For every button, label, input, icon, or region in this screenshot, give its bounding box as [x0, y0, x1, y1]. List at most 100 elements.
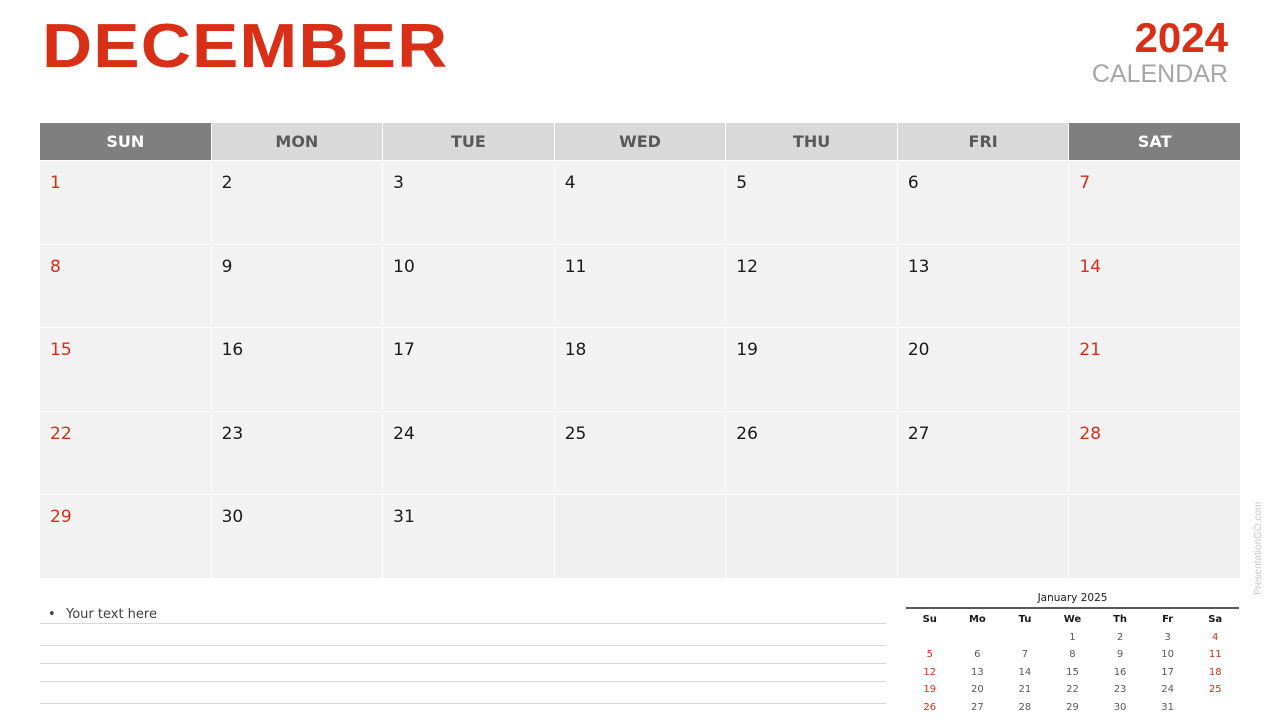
day-cell[interactable]: 9: [211, 244, 383, 328]
day-cell[interactable]: 3: [383, 161, 554, 244]
mini-day: 2: [1116, 631, 1124, 643]
month-title: DECEMBER: [42, 12, 449, 81]
day-number: 3: [393, 173, 404, 193]
mini-day: 18: [1208, 666, 1222, 678]
day-cell[interactable]: 4: [554, 161, 726, 244]
day-number: 19: [736, 340, 758, 361]
empty-day-cell[interactable]: [554, 495, 726, 578]
day-cell[interactable]: 23: [211, 411, 383, 495]
weekday-header-thu: THU: [726, 123, 897, 160]
watermark: PresentationGO.com: [1253, 501, 1264, 595]
day-cell[interactable]: 19: [726, 328, 897, 411]
mini-day: 28: [1018, 701, 1032, 713]
day-cell[interactable]: 7: [1069, 161, 1240, 244]
day-number: 2: [221, 173, 233, 193]
note-line: [40, 663, 886, 664]
day-cell[interactable]: 10: [383, 244, 554, 328]
empty-day-cell[interactable]: [726, 495, 897, 578]
day-cell[interactable]: 31: [383, 495, 554, 578]
mini-day: 21: [1018, 684, 1032, 695]
mini-day: 3: [1164, 631, 1171, 643]
mini-day: 4: [1212, 631, 1219, 643]
day-cell[interactable]: 22: [40, 411, 211, 495]
empty-day-cell[interactable]: [897, 495, 1069, 578]
day-number: 28: [1079, 423, 1102, 444]
mini-day: 7: [1021, 649, 1029, 660]
day-cell[interactable]: 28: [1069, 411, 1240, 495]
weekday-header-mon: MON: [211, 123, 383, 160]
mini-day: 24: [1161, 684, 1174, 695]
day-cell[interactable]: 27: [897, 411, 1069, 495]
mini-weekday-th: Th: [1113, 614, 1128, 625]
day-number: 22: [50, 423, 72, 444]
day-cell[interactable]: 26: [726, 411, 897, 495]
mini-calendar-grid: Su Mo Tu We Th Fr Sa 1 2 3 4 5 6 7 8 9 10 11 12 13 14 15 16 17 1…: [906, 611, 1239, 716]
day-number: 30: [221, 507, 244, 528]
day-number: 15: [50, 340, 72, 361]
mini-day: 16: [1113, 666, 1127, 678]
month-grid: SUN MON TUE WED THU FRI SAT 1 2 3 4 5 6 7 8 9 10 11 12 13 14…: [40, 123, 1240, 578]
mini-weekday-tu: Tu: [1018, 614, 1032, 625]
day-number: 9: [221, 256, 233, 277]
weekday-header-fri: FRI: [897, 123, 1069, 160]
day-cell[interactable]: 16: [211, 328, 383, 411]
day-cell[interactable]: 6: [897, 161, 1069, 244]
day-number: 25: [564, 423, 587, 444]
day-number: 27: [907, 423, 930, 444]
day-cell[interactable]: 14: [1069, 244, 1240, 328]
mini-day: 29: [1066, 701, 1079, 713]
mini-day: 15: [1066, 666, 1079, 678]
mini-day: 20: [970, 684, 984, 695]
day-cell[interactable]: 15: [40, 328, 211, 411]
day-cell[interactable]: 2: [211, 161, 383, 244]
day-number: 13: [907, 256, 930, 277]
mini-day: 10: [1161, 649, 1174, 660]
note-item[interactable]: • Your text here: [48, 607, 157, 622]
mini-day: 27: [970, 701, 984, 713]
day-cell[interactable]: 30: [211, 495, 383, 578]
day-number: 20: [907, 340, 930, 361]
day-cell[interactable]: 12: [726, 244, 897, 328]
day-number: 14: [1079, 256, 1102, 277]
note-line: [40, 645, 886, 646]
day-cell[interactable]: 20: [897, 328, 1069, 411]
day-number: 29: [50, 507, 72, 528]
mini-day: 23: [1113, 684, 1127, 695]
day-cell[interactable]: 17: [383, 328, 554, 411]
day-cell[interactable]: 24: [383, 411, 554, 495]
day-number: 18: [564, 340, 587, 361]
mini-calendar-rule: [906, 607, 1239, 609]
weekday-header-sat: SAT: [1069, 123, 1240, 160]
mini-day: 11: [1208, 649, 1222, 660]
mini-day: 1: [1069, 631, 1076, 643]
day-cell[interactable]: 13: [897, 244, 1069, 328]
mini-day: [1191, 699, 1239, 717]
day-number: 17: [393, 340, 415, 361]
day-number: 24: [393, 423, 415, 444]
day-cell[interactable]: 1: [40, 161, 211, 244]
empty-day-cell[interactable]: [1069, 495, 1240, 578]
mini-weekday-we: We: [1063, 614, 1082, 625]
day-cell[interactable]: 8: [40, 244, 211, 328]
day-cell[interactable]: 11: [554, 244, 726, 328]
day-number: 10: [393, 256, 415, 277]
day-number: 23: [221, 423, 244, 444]
calendar-label: CALENDAR: [1091, 60, 1228, 88]
mini-weekday-sa: Sa: [1208, 614, 1223, 625]
mini-day: 17: [1161, 666, 1174, 678]
day-number: 1: [50, 173, 61, 193]
mini-day: [954, 629, 1002, 647]
day-cell[interactable]: 29: [40, 495, 211, 578]
mini-calendar: January 2025 Su Mo Tu We Th Fr Sa 1 2 3 4 5 6 7 8 9 10 11…: [906, 590, 1239, 716]
day-number: 31: [393, 507, 415, 528]
mini-calendar-title: January 2025: [1037, 592, 1108, 604]
mini-day: [1001, 629, 1049, 647]
day-cell[interactable]: 21: [1069, 328, 1240, 411]
day-number: 5: [736, 173, 748, 193]
mini-day: 19: [923, 684, 937, 695]
mini-day: 9: [1116, 649, 1124, 660]
day-cell[interactable]: 25: [554, 411, 726, 495]
day-cell[interactable]: 5: [726, 161, 897, 244]
day-cell[interactable]: 18: [554, 328, 726, 411]
mini-weekday-fr: Fr: [1162, 614, 1174, 625]
